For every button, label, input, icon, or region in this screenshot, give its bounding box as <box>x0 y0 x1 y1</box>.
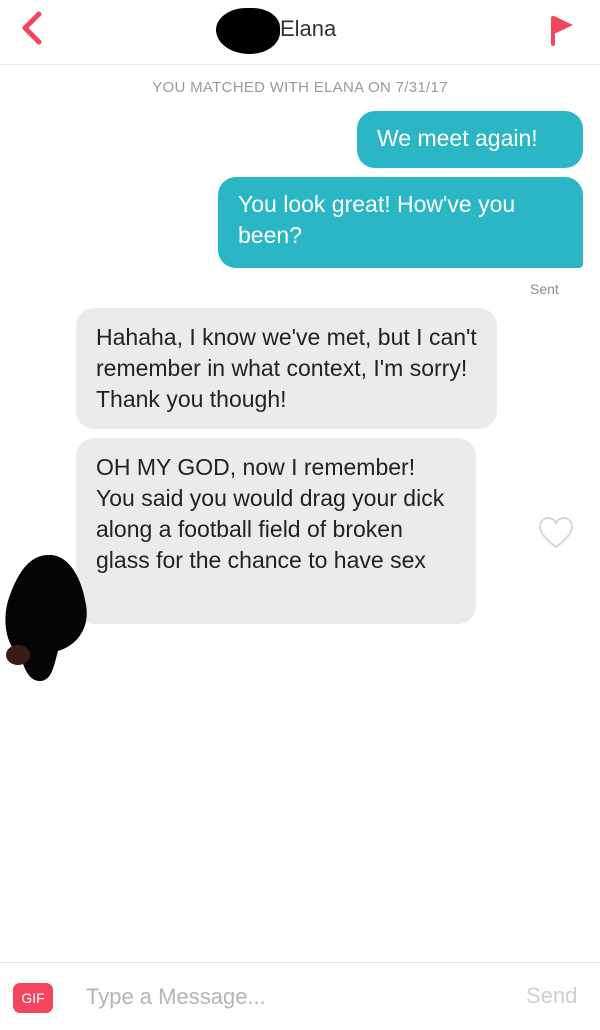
match-banner: YOU MATCHED WITH ELANA ON 7/31/17 <box>152 79 448 96</box>
report-button[interactable] <box>544 11 578 49</box>
message-input[interactable] <box>72 977 520 1017</box>
flag-icon <box>551 16 573 46</box>
message-bubble-outgoing[interactable]: You look great! How've you been? <box>218 177 583 268</box>
contact-name[interactable]: Elana <box>280 16 336 42</box>
gif-button[interactable]: GIF <box>13 983 53 1013</box>
heart-icon[interactable] <box>538 516 574 550</box>
message-bubble-incoming[interactable]: OH MY GOD, now I remember! You said you … <box>76 438 476 624</box>
send-button[interactable]: Send <box>526 983 577 1009</box>
sent-status: Sent <box>530 281 559 297</box>
message-bubble-incoming[interactable]: Hahaha, I know we've met, but I can't re… <box>76 308 497 429</box>
avatar <box>5 555 87 681</box>
chat-header: Elana <box>0 0 600 65</box>
chevron-left-icon <box>22 11 42 45</box>
message-composer: GIF Send <box>0 962 600 1030</box>
message-bubble-outgoing[interactable]: We meet again! <box>357 111 583 168</box>
back-button[interactable] <box>14 10 50 46</box>
avatar[interactable] <box>216 8 280 54</box>
